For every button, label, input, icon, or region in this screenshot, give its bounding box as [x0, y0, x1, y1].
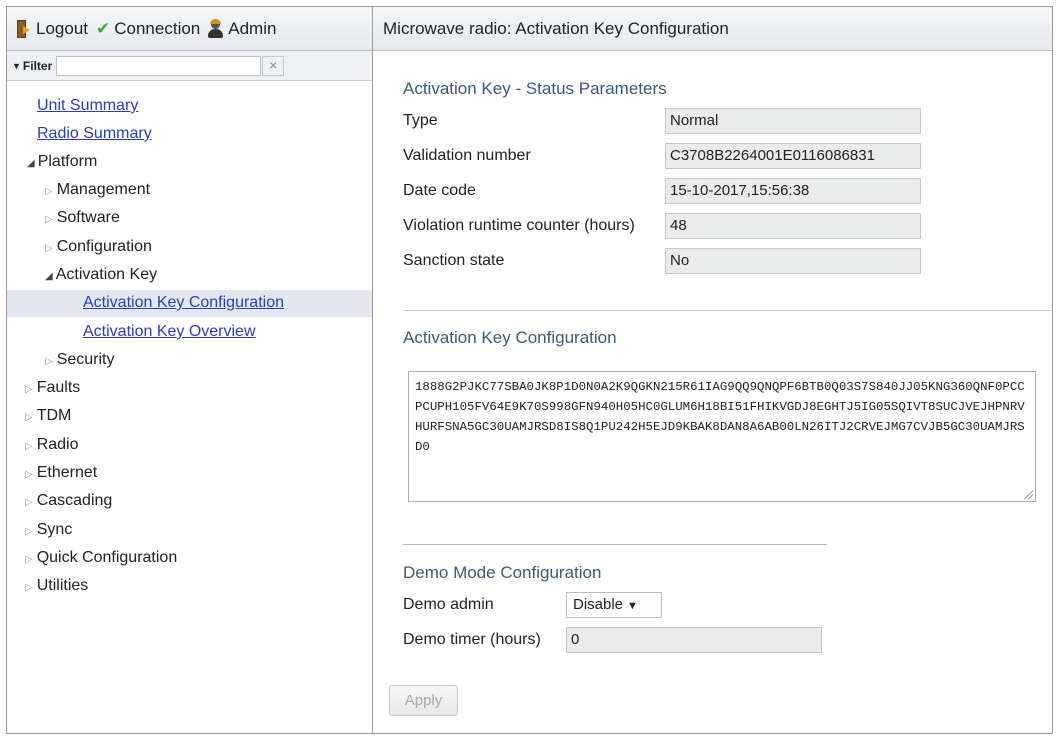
expanded-arrow-icon: ◢	[27, 158, 35, 169]
logout-button[interactable]: Logout	[17, 19, 88, 39]
connection-label: Connection	[114, 18, 201, 38]
nav-item-platform[interactable]: ◢ Platform	[27, 149, 97, 175]
connection-button[interactable]: ✔ Connection	[96, 19, 200, 39]
validation-number-label: Validation number	[403, 147, 531, 164]
admin-user-icon	[208, 18, 224, 38]
nav-item-sync[interactable]: ▷ Sync	[25, 517, 72, 543]
nav-item-label: Activation Key	[55, 266, 158, 283]
section-divider	[403, 310, 1051, 311]
nav-item-radio-summary[interactable]: Radio Summary	[37, 121, 152, 147]
collapsed-arrow-icon: ▷	[25, 469, 33, 480]
page-title: Microwave radio: Activation Key Configur…	[373, 7, 1052, 51]
collapsed-arrow-icon: ▷	[25, 554, 33, 565]
nav-item-ethernet[interactable]: ▷ Ethernet	[25, 460, 97, 486]
nav-item-label: Unit Summary	[37, 97, 139, 114]
violation-counter-label: Violation runtime counter (hours)	[403, 217, 635, 234]
collapsed-arrow-icon: ▷	[45, 186, 53, 197]
filter-toggle[interactable]: ▼ Filter	[12, 59, 52, 73]
collapsed-arrow-icon: ▷	[25, 412, 33, 423]
filter-input[interactable]	[56, 55, 262, 76]
nav-item-label: Configuration	[56, 238, 152, 255]
nav-item-unit-summary[interactable]: Unit Summary	[37, 93, 138, 119]
collapsed-arrow-icon: ▷	[25, 441, 33, 452]
demo-admin-value: Disable	[573, 596, 624, 613]
filter-triangle-icon: ▼	[12, 60, 21, 71]
nav-item-label: Utilities	[36, 577, 89, 594]
app-frame: Logout ✔ Connection Admin ▼ Filter × Uni…	[6, 6, 1053, 734]
activation-key-textarea[interactable]: 1888G2PJKC77SBA0JK8P1D0N0A2K9QGKN215R61I…	[408, 371, 1036, 502]
status-section-title: Activation Key - Status Parameters	[403, 79, 667, 98]
date-code-value: 15-10-2017,15:56:38	[665, 178, 921, 204]
nav-item-label: Management	[56, 181, 151, 198]
nav-item-radio[interactable]: ▷ Radio	[25, 432, 79, 458]
apply-button[interactable]: Apply	[389, 685, 458, 716]
nav-item-label: Quick Configuration	[36, 549, 178, 566]
chevron-down-icon: ▼	[627, 600, 638, 612]
navigation-panel: Logout ✔ Connection Admin ▼ Filter × Uni…	[7, 7, 373, 733]
demo-timer-label: Demo timer (hours)	[403, 631, 541, 648]
nav-item-label: Faults	[36, 379, 81, 396]
type-label: Type	[403, 112, 438, 129]
nav-item-management[interactable]: ▷ Management	[45, 177, 150, 203]
expanded-arrow-icon: ◢	[45, 271, 53, 282]
collapsed-arrow-icon: ▷	[25, 526, 33, 537]
nav-item-configuration[interactable]: ▷ Configuration	[45, 234, 152, 260]
nav-item-label: Security	[56, 351, 115, 368]
nav-item-utilities[interactable]: ▷ Utilities	[25, 573, 88, 599]
nav-item-cascading[interactable]: ▷ Cascading	[25, 488, 112, 514]
collapsed-arrow-icon: ▷	[45, 243, 53, 254]
key-config-section-title: Activation Key Configuration	[403, 328, 617, 347]
demo-timer-input[interactable]: 0	[566, 627, 822, 653]
admin-label: Admin	[228, 18, 277, 38]
demo-admin-select[interactable]: Disable ▼	[566, 592, 662, 618]
nav-item-quick-configuration[interactable]: ▷ Quick Configuration	[25, 545, 177, 571]
top-toolbar: Logout ✔ Connection Admin	[7, 7, 372, 51]
nav-item-activation-key-overview[interactable]: Activation Key Overview	[83, 319, 256, 345]
nav-item-activation-key[interactable]: ◢ Activation Key	[45, 262, 157, 288]
resize-grip-icon[interactable]	[1023, 489, 1033, 499]
nav-item-label: Ethernet	[36, 464, 98, 481]
nav-item-label: Software	[56, 209, 120, 226]
admin-button[interactable]: Admin	[208, 18, 277, 39]
collapsed-arrow-icon: ▷	[45, 356, 53, 367]
nav-item-security[interactable]: ▷ Security	[45, 347, 115, 373]
nav-item-activation-key-configuration[interactable]: Activation Key Configuration	[83, 290, 284, 316]
collapsed-arrow-icon: ▷	[45, 214, 53, 225]
nav-item-label: TDM	[36, 407, 72, 424]
sanction-state-label: Sanction state	[403, 252, 505, 269]
date-code-label: Date code	[403, 182, 476, 199]
nav-item-label: Cascading	[36, 492, 113, 509]
validation-number-value: C3708B2264001E0116086831	[665, 143, 921, 169]
demo-section-title: Demo Mode Configuration	[403, 563, 602, 582]
connection-check-icon: ✔	[96, 18, 111, 38]
nav-item-label: Platform	[37, 153, 98, 170]
nav-item-label: Activation Key Configuration	[83, 294, 284, 311]
content-panel: Microwave radio: Activation Key Configur…	[373, 7, 1052, 733]
filter-clear-icon[interactable]: ×	[262, 55, 285, 76]
nav-item-label: Radio Summary	[37, 125, 152, 142]
nav-item-label: Activation Key Overview	[83, 323, 256, 340]
logout-icon	[17, 19, 31, 38]
section-divider	[403, 544, 827, 545]
type-value: Normal	[665, 108, 921, 134]
filter-label: Filter	[22, 58, 53, 73]
logout-label: Logout	[36, 18, 88, 38]
collapsed-arrow-icon: ▷	[25, 582, 33, 593]
nav-item-software[interactable]: ▷ Software	[45, 205, 120, 231]
nav-item-label: Radio	[36, 436, 79, 453]
collapsed-arrow-icon: ▷	[25, 497, 33, 508]
filter-bar: ▼ Filter ×	[7, 51, 372, 81]
nav-item-tdm[interactable]: ▷ TDM	[25, 403, 71, 429]
collapsed-arrow-icon: ▷	[25, 384, 33, 395]
sanction-state-value: No	[665, 248, 921, 274]
violation-counter-value: 48	[665, 213, 921, 239]
nav-item-label: Sync	[36, 521, 73, 538]
nav-item-faults[interactable]: ▷ Faults	[25, 375, 80, 401]
demo-admin-label: Demo admin	[403, 596, 494, 613]
